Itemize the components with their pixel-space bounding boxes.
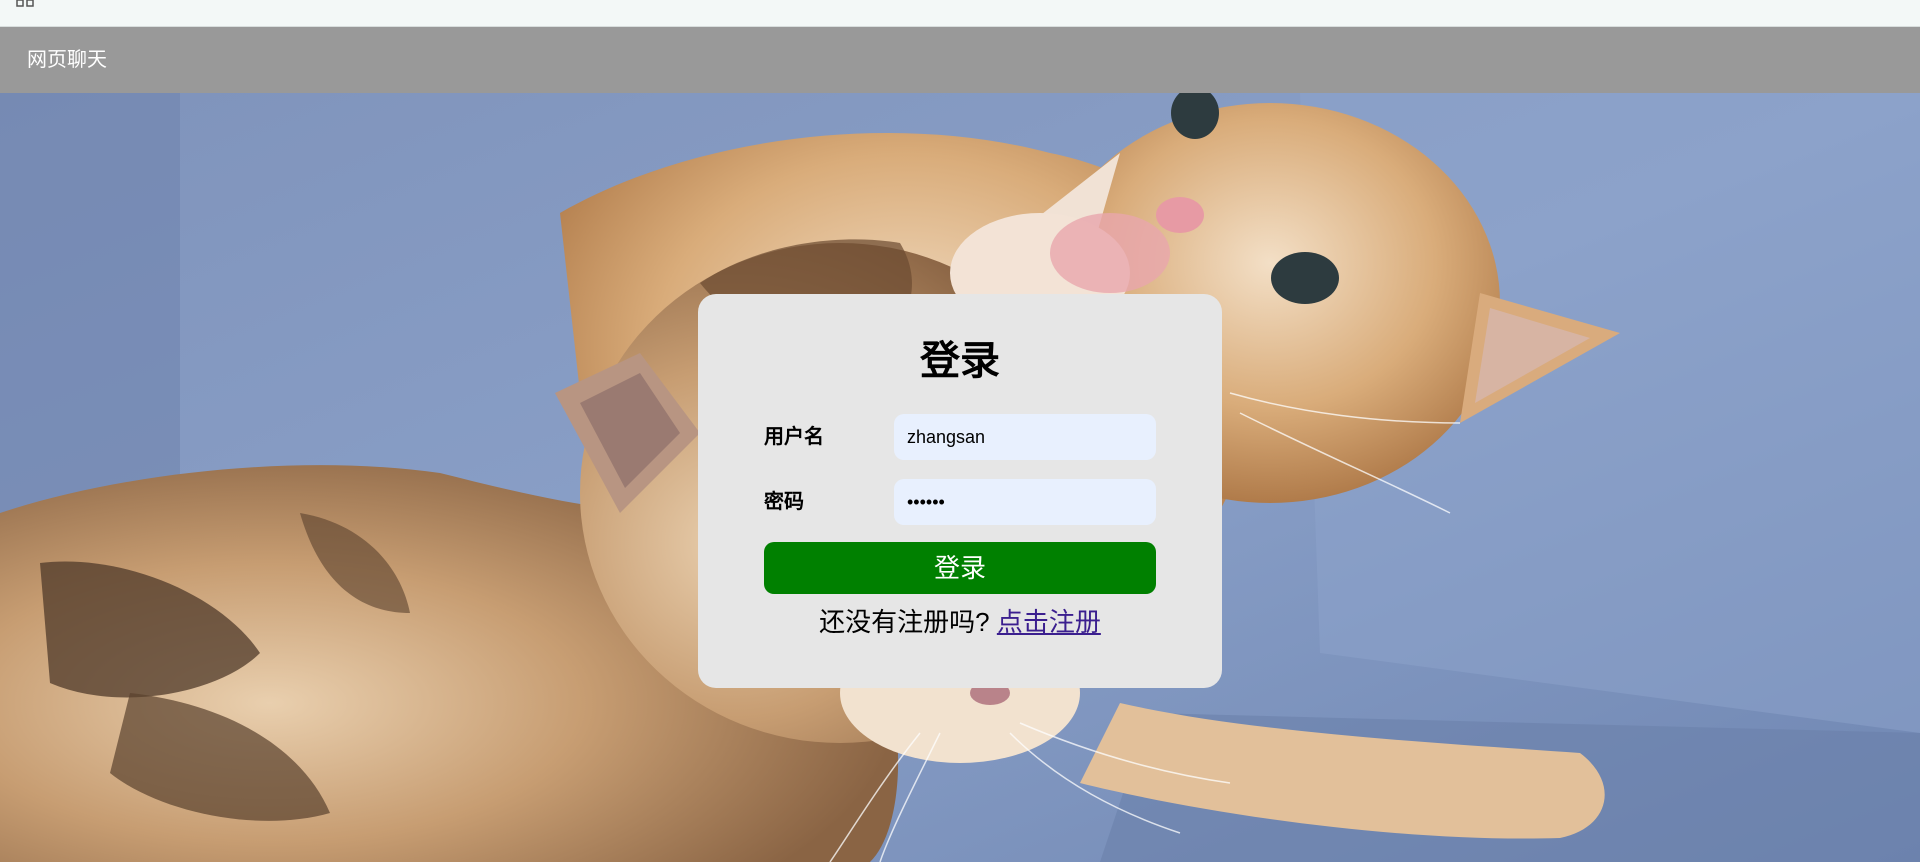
password-input[interactable]: ••••••	[894, 479, 1156, 525]
register-prompt: 还没有注册吗?	[819, 607, 990, 637]
apps-grid-icon[interactable]	[16, 0, 36, 10]
login-title: 登录	[920, 339, 1000, 383]
register-prompt-line: 还没有注册吗? 点击注册	[698, 604, 1222, 640]
password-row: 密码 ••••••	[764, 479, 1156, 525]
browser-toolbar	[0, 0, 1920, 27]
login-card: 登录 用户名 zhangsan 密码 •••••• 登录 还没有注册吗? 点击注…	[698, 294, 1222, 688]
site-title: 网页聊天	[27, 49, 107, 71]
login-button[interactable]: 登录	[764, 542, 1156, 594]
username-label: 用户名	[764, 426, 824, 448]
password-label: 密码	[764, 491, 804, 513]
top-nav: 网页聊天	[0, 27, 1920, 93]
username-input[interactable]: zhangsan	[894, 414, 1156, 460]
username-row: 用户名 zhangsan	[764, 414, 1156, 460]
register-link[interactable]: 点击注册	[997, 607, 1101, 637]
